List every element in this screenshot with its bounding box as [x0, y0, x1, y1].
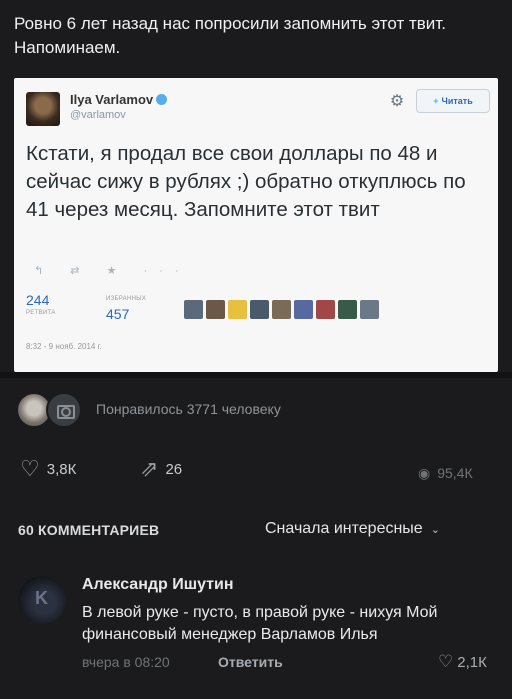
reply-icon: ↰ — [34, 265, 56, 277]
verified-icon — [156, 94, 168, 105]
camera-icon[interactable] — [46, 392, 82, 428]
favorited-by-avatars — [184, 300, 379, 319]
tweet-author-name: Ilya Varlamov — [70, 92, 168, 107]
tweet-actions: ↰ ⇄ ★ ··· — [34, 264, 191, 277]
tweet-author-avatar — [26, 92, 60, 126]
follow-icon: + — [433, 96, 439, 106]
favoriter-avatar — [338, 300, 357, 319]
comment-like-count: 2,1К — [457, 654, 487, 671]
favorites-label: ИЗБРАННЫХ — [106, 296, 147, 302]
tweet-body: Кстати, я продал все свои доллары по 48 … — [26, 142, 466, 221]
heart-icon: ♡ — [20, 456, 40, 481]
favorites-count: 457 — [106, 306, 130, 322]
favoriter-avatar — [360, 300, 379, 319]
like-button[interactable]: ♡ 3,8К — [20, 458, 76, 480]
favoriter-avatar — [184, 300, 203, 319]
follow-button: + Читать — [416, 89, 490, 113]
likes-row[interactable]: Понравилось 3771 человеку — [0, 388, 512, 432]
tweet-author-handle: @varlamov — [70, 109, 126, 121]
gear-icon: ⚙ — [389, 93, 405, 110]
share-button[interactable]: ⇗ 26 — [140, 458, 182, 480]
favorite-icon: ★ — [106, 265, 129, 277]
comment-item: Александр Ишутин В левой руке - пусто, в… — [0, 570, 512, 690]
comments-count: 60 КОММЕНТАРИЕВ — [18, 522, 160, 538]
tweet-stats: 244 РЕТВИТА ИЗБРАННЫХ 457 — [26, 290, 492, 324]
retweet-icon: ⇄ — [70, 265, 92, 277]
divider — [0, 372, 512, 378]
reply-button[interactable]: Ответить — [218, 654, 283, 670]
sort-dropdown[interactable]: Сначала интересные ⌄ — [265, 520, 440, 538]
liked-by-text[interactable]: Понравилось 3771 человеку — [96, 401, 281, 417]
share-count: 26 — [165, 460, 183, 478]
tweet-screenshot: Ilya Varlamov @varlamov ⚙ + Читать Кстати… — [14, 78, 498, 372]
comment-time: вчера в 08:20 — [82, 654, 170, 670]
share-icon: ⇗ — [140, 456, 159, 481]
retweet-label: РЕТВИТА — [26, 310, 56, 316]
comment-author[interactable]: Александр Ишутин — [82, 576, 234, 594]
eye-icon: ◉ — [418, 465, 431, 481]
retweet-count: 244 — [26, 292, 50, 308]
heart-icon: ♡ — [438, 652, 454, 671]
favoriter-avatar — [250, 300, 269, 319]
favoriter-avatar — [294, 300, 313, 319]
like-count: 3,8К — [46, 460, 77, 478]
favoriter-avatar — [272, 300, 291, 319]
comments-header: 60 КОММЕНТАРИЕВ Сначала интересные ⌄ — [0, 516, 512, 544]
chevron-down-icon: ⌄ — [430, 524, 440, 536]
views-count: 95,4К — [437, 465, 473, 481]
post-counters: ♡ 3,8К ⇗ 26 ◉ 95,4К — [0, 452, 512, 486]
favoriter-avatar — [316, 300, 335, 319]
commenter-avatar[interactable] — [18, 576, 66, 624]
favoriter-avatar — [206, 300, 225, 319]
views-counter: ◉ 95,4К — [418, 462, 473, 484]
post-text: Ровно 6 лет назад нас попросили запомнит… — [14, 14, 446, 57]
comment-like-button[interactable]: ♡ 2,1К — [438, 652, 487, 672]
favoriter-avatar — [228, 300, 247, 319]
comment-text: В левой руке - пусто, в правой руке - ни… — [82, 604, 438, 643]
tweet-date: 8:32 - 9 нояб. 2014 г. — [26, 342, 102, 351]
more-icon: ··· — [143, 265, 191, 277]
